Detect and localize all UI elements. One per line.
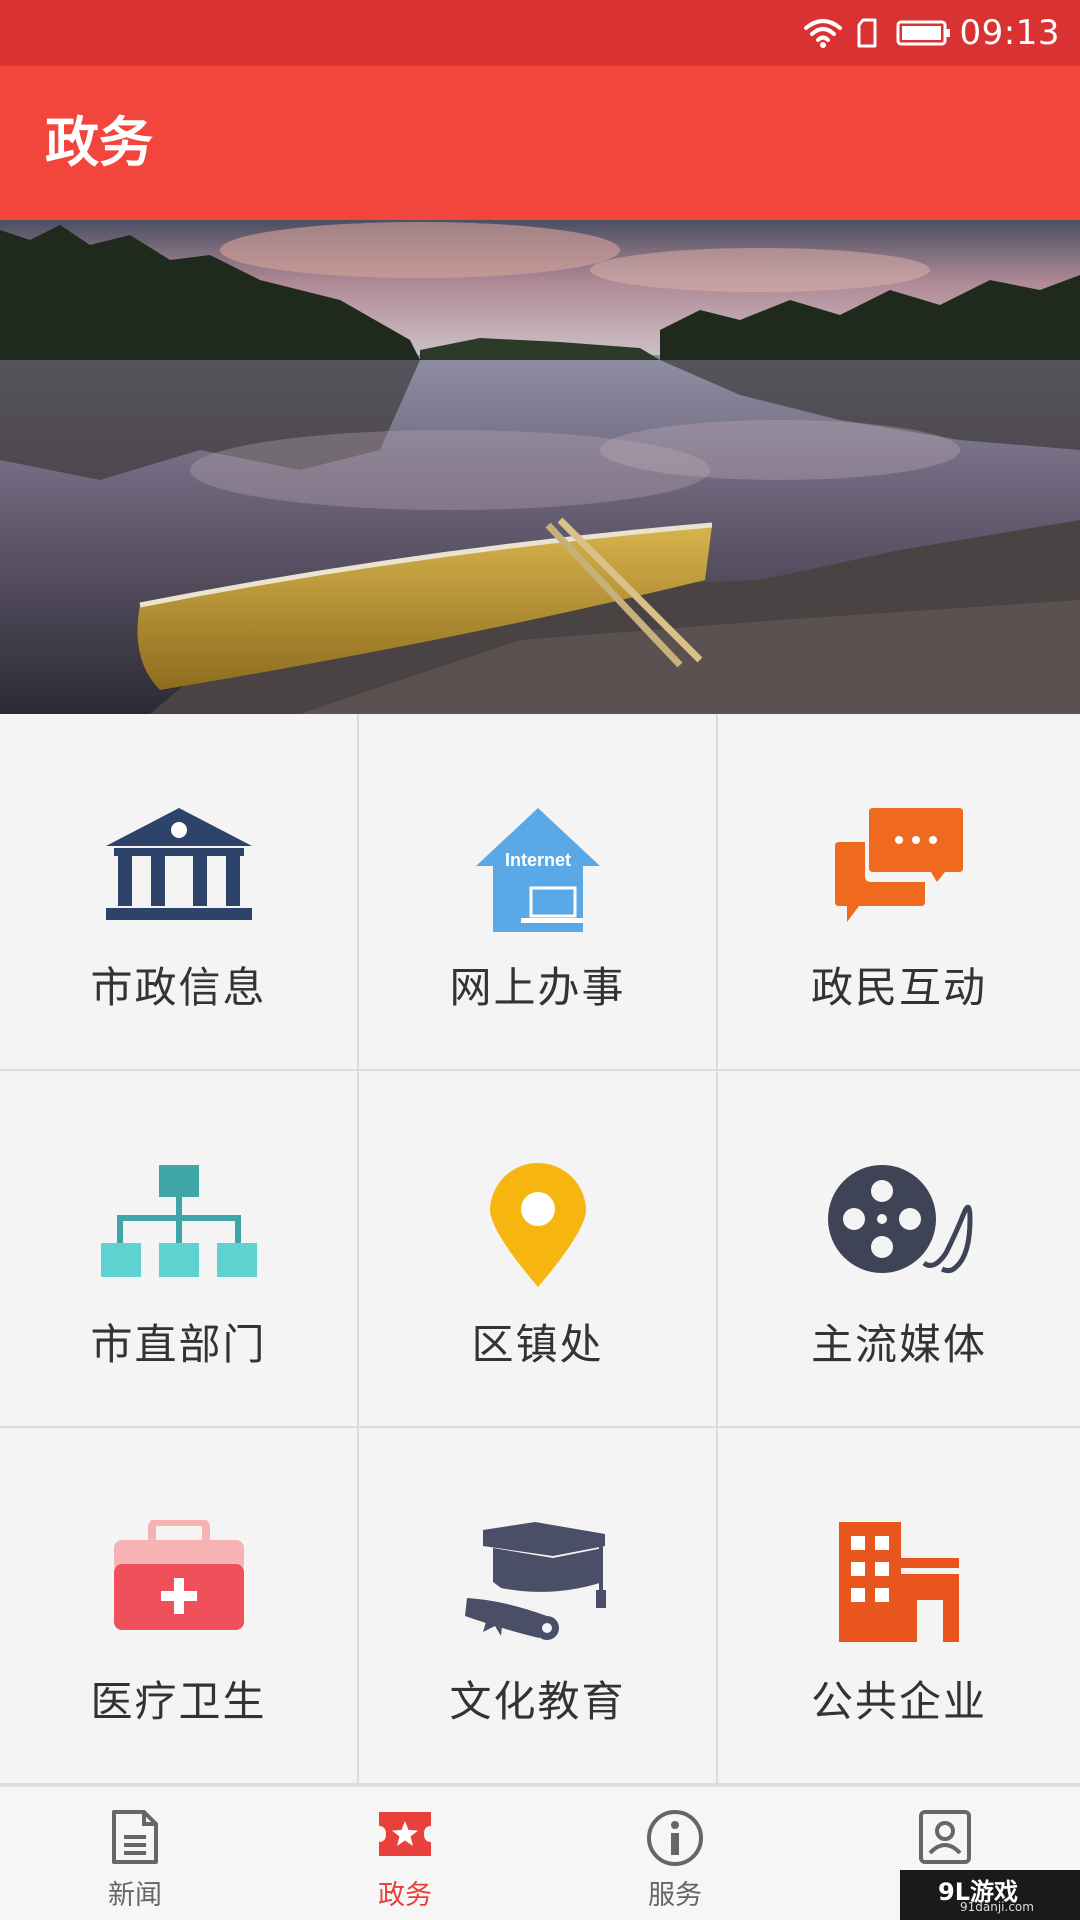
grid-item-culture-education[interactable]: 文化教育 (359, 1428, 718, 1785)
profile-card-icon (918, 1809, 972, 1865)
grid-item-label: 主流媒体 (810, 1320, 987, 1369)
status-time: 09:13 (959, 13, 1060, 53)
svg-text:Internet: Internet (504, 850, 570, 870)
tab-government[interactable]: 政务 (270, 1787, 540, 1920)
tab-label: 新闻 (108, 1880, 162, 1911)
tab-services[interactable]: 服务 (540, 1787, 810, 1920)
watermark-subtext: 91danji.com (960, 1900, 1034, 1914)
grid-item-city-departments[interactable]: 市直部门 (0, 1071, 359, 1428)
lake-with-canoe-photo (0, 220, 1080, 714)
news-document-icon (110, 1809, 160, 1865)
battery-icon (896, 19, 952, 47)
sim-card-icon (856, 18, 878, 48)
org-chart-icon (99, 1163, 259, 1293)
grid-item-label: 政民互动 (810, 963, 987, 1012)
grid-item-label: 网上办事 (449, 963, 626, 1012)
info-circle-icon (646, 1809, 704, 1867)
grid-item-label: 医疗卫生 (90, 1677, 267, 1726)
tab-news[interactable]: 新闻 (0, 1787, 270, 1920)
chat-bubbles-icon (819, 806, 979, 936)
office-building-icon (819, 1520, 979, 1650)
internet-house-icon: Internet (458, 806, 618, 936)
grid-item-label: 公共企业 (810, 1677, 987, 1726)
banner-image[interactable] (0, 220, 1080, 714)
service-grid: 市政信息 Internet 网上办事 政民互动 市直部门 区镇处 主流媒体 医疗… (0, 714, 1080, 1785)
grid-item-label: 市直部门 (90, 1320, 267, 1369)
grid-item-label: 文化教育 (449, 1677, 626, 1726)
star-ticket-icon (376, 1809, 434, 1859)
medical-kit-icon (99, 1520, 259, 1650)
watermark: 9L游戏 91danji.com (900, 1870, 1080, 1920)
grid-item-label: 区镇处 (471, 1320, 604, 1369)
graduation-cap-icon (458, 1520, 618, 1650)
location-pin-icon (458, 1163, 618, 1293)
government-building-icon (99, 806, 259, 936)
app-bar: 政务 (0, 66, 1080, 220)
status-icons: 09:13 (803, 0, 1060, 66)
grid-item-citizen-interaction[interactable]: 政民互动 (718, 714, 1080, 1071)
tab-label: 政务 (378, 1880, 432, 1911)
wifi-icon (803, 18, 842, 48)
grid-item-municipal-info[interactable]: 市政信息 (0, 714, 359, 1071)
tab-label: 服务 (648, 1880, 702, 1911)
grid-item-district-towns[interactable]: 区镇处 (359, 1071, 718, 1428)
grid-item-public-enterprises[interactable]: 公共企业 (718, 1428, 1080, 1785)
page-title: 政务 (45, 111, 153, 174)
status-bar: 09:13 (0, 0, 1080, 66)
film-reel-icon (819, 1163, 979, 1293)
grid-item-mainstream-media[interactable]: 主流媒体 (718, 1071, 1080, 1428)
grid-item-label: 市政信息 (90, 963, 267, 1012)
grid-item-online-services[interactable]: Internet 网上办事 (359, 714, 718, 1071)
grid-item-healthcare[interactable]: 医疗卫生 (0, 1428, 359, 1785)
